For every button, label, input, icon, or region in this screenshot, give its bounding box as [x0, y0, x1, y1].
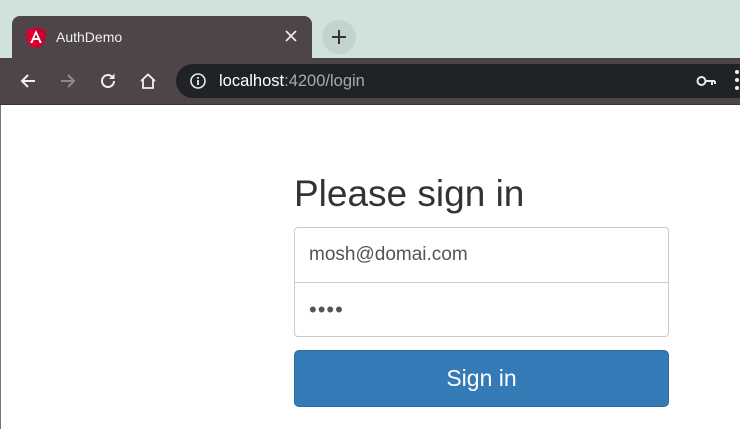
email-field[interactable] — [294, 227, 669, 283]
menu-icon[interactable] — [730, 66, 740, 94]
back-arrow-icon — [19, 72, 37, 90]
tab-title: AuthDemo — [56, 29, 123, 45]
page-content: Please sign in Sign in — [0, 105, 740, 429]
url-text[interactable]: localhost:4200/login — [219, 72, 365, 91]
url-path: :4200/login — [284, 72, 365, 90]
close-icon[interactable] — [280, 25, 302, 47]
browser-tab[interactable]: AuthDemo — [12, 16, 312, 59]
reload-button[interactable] — [94, 67, 122, 95]
browser-toolbar: localhost:4200/login — [0, 58, 740, 104]
password-field[interactable] — [294, 282, 669, 337]
url-host: localhost — [219, 72, 285, 90]
reload-icon — [99, 72, 117, 90]
new-tab-button[interactable] — [322, 20, 356, 54]
home-icon — [139, 72, 157, 90]
forward-arrow-icon — [59, 72, 77, 90]
sign-in-button[interactable]: Sign in — [294, 350, 669, 407]
forward-button[interactable] — [54, 67, 82, 95]
tab-strip: AuthDemo — [0, 0, 740, 59]
plus-icon — [331, 29, 347, 45]
info-icon[interactable] — [190, 73, 206, 89]
address-bar[interactable]: localhost:4200/login — [176, 64, 740, 98]
key-icon[interactable] — [696, 73, 718, 89]
angular-logo-icon — [26, 27, 46, 49]
home-button[interactable] — [134, 67, 162, 95]
page-title: Please sign in — [294, 173, 525, 214]
back-button[interactable] — [14, 67, 42, 95]
